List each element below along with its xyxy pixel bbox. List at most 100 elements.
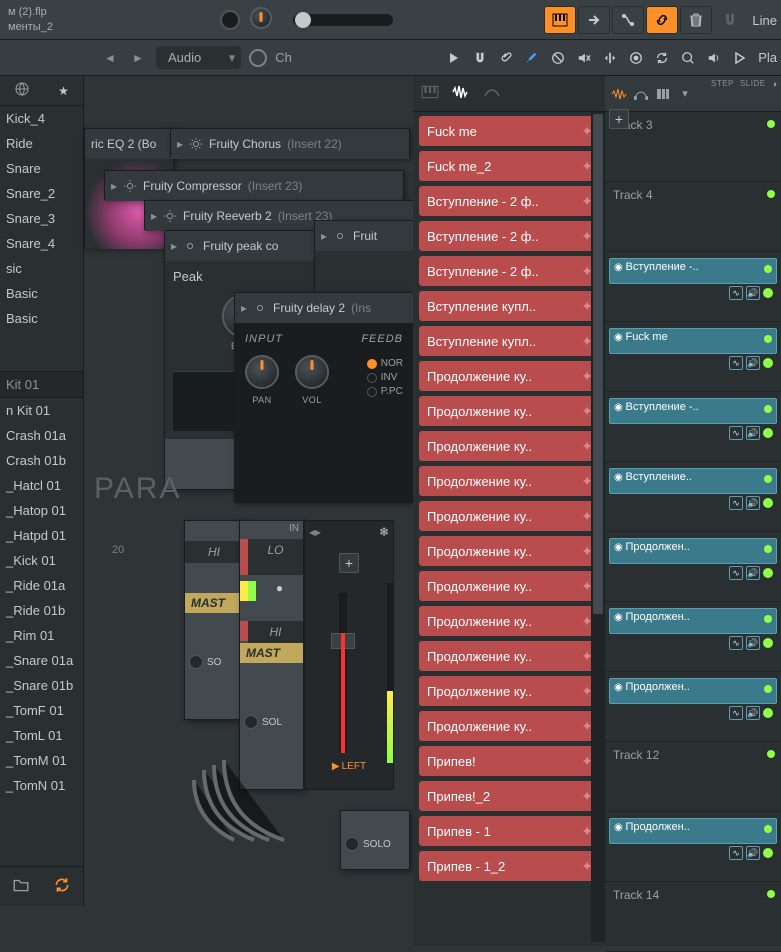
arrow-right-icon[interactable] bbox=[578, 6, 610, 34]
track-row[interactable]: ◉ Продолжен.. ∿🔊 bbox=[605, 812, 781, 882]
browser-item[interactable]: Ride bbox=[0, 131, 83, 156]
browser-item[interactable]: Snare_3 bbox=[0, 206, 83, 231]
pattern-item[interactable]: Продолжение ку..✦ bbox=[419, 676, 599, 706]
pattern-item[interactable]: Вступление - 2 ф..✦ bbox=[419, 256, 599, 286]
plugin-chorus[interactable]: ▸Fruity Chorus (Insert 22) bbox=[170, 128, 410, 158]
clip-speaker-icon[interactable]: 🔊 bbox=[746, 636, 760, 650]
chevron-down-icon[interactable]: ▾ bbox=[675, 84, 695, 104]
browser-item[interactable]: Snare_4 bbox=[0, 231, 83, 256]
pattern-item[interactable]: Вступление купл..✦ bbox=[419, 326, 599, 356]
mixer-fader-channel[interactable]: ◂▸❄ + ▶ LEFT bbox=[304, 520, 394, 790]
clip-speaker-icon[interactable]: 🔊 bbox=[746, 356, 760, 370]
solo-button[interactable]: SO bbox=[185, 653, 243, 671]
track-row[interactable]: Track 4 bbox=[605, 182, 781, 252]
clip-dot-icon[interactable] bbox=[763, 428, 773, 438]
browser-item[interactable]: _TomL 01 bbox=[0, 723, 83, 748]
mode-invert[interactable]: INV bbox=[367, 372, 403, 383]
clip-speaker-icon[interactable]: 🔊 bbox=[746, 846, 760, 860]
pattern-item[interactable]: Припев - 1✦ bbox=[419, 816, 599, 846]
browser-item[interactable]: _Ride 01a bbox=[0, 573, 83, 598]
browser-item[interactable]: Kick_4 bbox=[0, 106, 83, 131]
clip-active-dot[interactable] bbox=[764, 405, 772, 413]
pattern-tool-icon[interactable] bbox=[653, 84, 673, 104]
clip-wave-icon[interactable]: ∿ bbox=[729, 286, 743, 300]
browser-item[interactable]: _Snare 01b bbox=[0, 673, 83, 698]
pattern-item[interactable]: Вступление - 2 ф..✦ bbox=[419, 221, 599, 251]
magnet-icon[interactable] bbox=[714, 6, 746, 34]
mute-icon[interactable] bbox=[572, 46, 596, 70]
fader[interactable] bbox=[339, 593, 347, 753]
pattern-item[interactable]: Продолжение ку..✦ bbox=[419, 396, 599, 426]
wave-tool-icon[interactable] bbox=[609, 84, 629, 104]
add-track-button[interactable]: + bbox=[609, 109, 629, 129]
track-active-dot[interactable] bbox=[767, 750, 775, 758]
expand-icon[interactable] bbox=[598, 46, 622, 70]
wave-icon[interactable] bbox=[451, 84, 471, 103]
clip-active-dot[interactable] bbox=[764, 545, 772, 553]
track-active-dot[interactable] bbox=[767, 890, 775, 898]
pattern-item[interactable]: Продолжение ку..✦ bbox=[419, 431, 599, 461]
folder-icon[interactable] bbox=[12, 876, 30, 897]
browser-item[interactable]: Basic bbox=[0, 281, 83, 306]
clip-wave-icon[interactable]: ∿ bbox=[729, 846, 743, 860]
clip-wave-icon[interactable]: ∿ bbox=[729, 426, 743, 440]
track-active-dot[interactable] bbox=[767, 120, 775, 128]
track-row[interactable]: ◉ Продолжен.. ∿🔊 bbox=[605, 672, 781, 742]
scrollbar[interactable] bbox=[591, 112, 605, 942]
browser-item[interactable]: Basic bbox=[0, 306, 83, 331]
main-slider[interactable] bbox=[293, 14, 393, 26]
unknown-knob[interactable] bbox=[250, 7, 272, 32]
clip-active-dot[interactable] bbox=[764, 475, 772, 483]
deny-icon[interactable] bbox=[546, 46, 570, 70]
pattern-item[interactable]: Продолжение ку..✦ bbox=[419, 606, 599, 636]
track-row[interactable]: Track 12 bbox=[605, 742, 781, 812]
playlist-clip[interactable]: ◉ Продолжен.. bbox=[609, 538, 777, 564]
speaker-icon[interactable] bbox=[702, 46, 726, 70]
nav-fwd-icon[interactable]: ► bbox=[128, 48, 148, 68]
playlist-clip[interactable]: ◉ Продолжен.. bbox=[609, 608, 777, 634]
knob-global[interactable] bbox=[220, 10, 240, 30]
browser-item[interactable]: sic bbox=[0, 256, 83, 281]
brush-icon[interactable] bbox=[520, 46, 544, 70]
browser-item[interactable]: _Hatpd 01 bbox=[0, 523, 83, 548]
pattern-item[interactable]: Fuck me_2✦ bbox=[419, 151, 599, 181]
browser-item[interactable]: _TomM 01 bbox=[0, 748, 83, 773]
mode-normal[interactable]: NOR bbox=[367, 358, 403, 369]
trash-icon[interactable] bbox=[680, 6, 712, 34]
pattern-item[interactable]: Припев!✦ bbox=[419, 746, 599, 776]
mode-ppc[interactable]: P.PC bbox=[367, 386, 403, 397]
clip-dot-icon[interactable] bbox=[763, 358, 773, 368]
browser-item[interactable]: _Ride 01b bbox=[0, 598, 83, 623]
pattern-item[interactable]: Вступление купл..✦ bbox=[419, 291, 599, 321]
track-row[interactable]: ◉ Вступление..∿🔊 bbox=[605, 462, 781, 532]
playlist-clip[interactable]: ◉ Продолжен.. bbox=[609, 678, 777, 704]
attach-icon[interactable] bbox=[494, 46, 518, 70]
track-row[interactable]: ◉ Fuck me∿🔊 bbox=[605, 322, 781, 392]
link-icon[interactable] bbox=[646, 6, 678, 34]
clip-speaker-icon[interactable]: 🔊 bbox=[746, 706, 760, 720]
clip-speaker-icon[interactable]: 🔊 bbox=[746, 286, 760, 300]
scroll-icon[interactable] bbox=[612, 6, 644, 34]
clip-wave-icon[interactable]: ∿ bbox=[729, 566, 743, 580]
zoom-icon[interactable] bbox=[676, 46, 700, 70]
pattern-item[interactable]: Продолжение ку..✦ bbox=[419, 536, 599, 566]
browser-item[interactable]: n Kit 01 bbox=[0, 398, 83, 423]
pattern-item[interactable]: Продолжение ку..✦ bbox=[419, 571, 599, 601]
cycle-icon[interactable] bbox=[650, 46, 674, 70]
browser-item[interactable]: _Snare 01a bbox=[0, 648, 83, 673]
nav-back-icon[interactable]: ◄ bbox=[100, 48, 120, 68]
browser-item[interactable]: Snare bbox=[0, 156, 83, 181]
record2-icon[interactable] bbox=[624, 46, 648, 70]
magnet-icon[interactable] bbox=[468, 46, 492, 70]
audio-selector[interactable]: Audio▾ bbox=[156, 46, 241, 69]
record-icon[interactable] bbox=[249, 49, 267, 67]
clip-wave-icon[interactable]: ∿ bbox=[729, 706, 743, 720]
browser-item[interactable]: _Rim 01 bbox=[0, 623, 83, 648]
clip-dot-icon[interactable] bbox=[763, 568, 773, 578]
clip-dot-icon[interactable] bbox=[763, 848, 773, 858]
playlist-clip[interactable]: ◉ Продолжен.. bbox=[609, 818, 777, 844]
star-icon[interactable]: ★ bbox=[58, 84, 69, 98]
track-row[interactable]: ◉ Вступление -..∿🔊 bbox=[605, 252, 781, 322]
plugin-delay[interactable]: ▸Fruity delay 2 (Ins INPUTFEEDB PAN VOL … bbox=[234, 292, 414, 502]
plus-button[interactable]: + bbox=[339, 553, 359, 573]
